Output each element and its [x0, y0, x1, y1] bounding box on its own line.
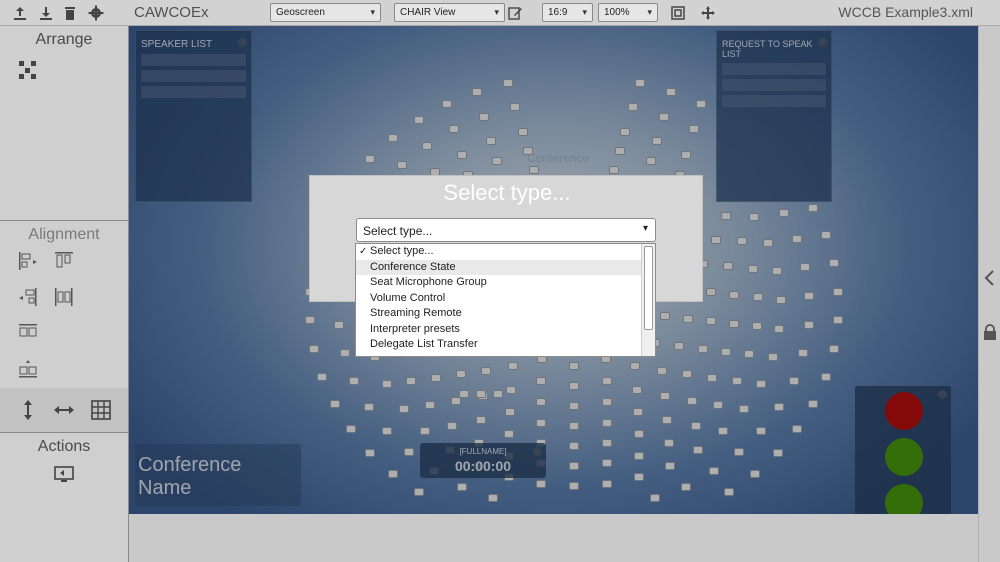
chevron-down-icon: ▾ — [494, 7, 499, 17]
actions-title: Actions — [37, 438, 91, 455]
lock-icon[interactable] — [983, 324, 997, 341]
left-sidebar: Arrange Alignment Actions — [0, 26, 129, 562]
option-label: Streaming Remote — [370, 307, 462, 319]
align-center-icon[interactable] — [16, 357, 40, 381]
upload-icon[interactable] — [11, 4, 29, 22]
right-strip — [978, 26, 1000, 562]
dropdown-option[interactable]: Interpreter presets — [356, 322, 655, 338]
option-label: Select type... — [370, 245, 434, 257]
align-bottom-icon[interactable] — [16, 321, 40, 345]
align-top-icon[interactable] — [52, 249, 76, 273]
option-label: Volume Control — [370, 291, 446, 304]
align-right-icon[interactable] — [16, 285, 40, 309]
scrollbar-thumb[interactable] — [644, 246, 653, 330]
app-title: CAWCOEx — [134, 4, 209, 21]
align-left-icon[interactable] — [16, 249, 40, 273]
fit-screen-icon[interactable] — [669, 4, 687, 22]
option-label: Seat Microphone Group — [370, 276, 487, 288]
checkmark-icon: ✓ — [359, 246, 368, 257]
type-select[interactable]: Select type... ▾ — [356, 218, 656, 242]
vertical-resize-icon[interactable] — [16, 398, 40, 422]
alignment-title: Alignment — [28, 226, 100, 243]
gear-icon[interactable] — [87, 4, 105, 22]
chevron-down-icon: ▾ — [647, 7, 652, 17]
zoom-select-value: 100% — [604, 7, 630, 18]
arrange-title: Arrange — [35, 31, 93, 48]
trash-icon[interactable] — [61, 4, 79, 22]
distribute-horizontal-icon[interactable] — [52, 285, 76, 309]
dropdown-option[interactable]: Streaming Remote — [356, 306, 655, 322]
screen-action-icon[interactable] — [52, 462, 76, 486]
zoom-select[interactable]: 100% ▾ — [598, 3, 658, 22]
grid-icon[interactable] — [89, 398, 113, 422]
layout-select-value: Geoscreen — [276, 7, 325, 18]
arrange-tree-icon[interactable] — [16, 58, 40, 82]
view-select-value: CHAIR View — [400, 7, 456, 18]
dropdown-option[interactable]: Volume Control — [356, 291, 655, 307]
option-label: Delegate List Transfer — [370, 338, 478, 350]
divider — [0, 432, 128, 433]
layout-select[interactable]: Geoscreen ▾ — [270, 3, 381, 22]
edit-icon[interactable] — [506, 4, 524, 22]
horizontal-resize-icon[interactable] — [52, 398, 76, 422]
canvas-footer — [129, 514, 978, 562]
dropdown-option[interactable]: Delegate List Transfer — [356, 337, 655, 353]
chevron-left-icon[interactable] — [982, 269, 998, 287]
option-label: Interpreter presets — [370, 322, 460, 335]
option-label: Conference State — [370, 260, 456, 273]
view-select[interactable]: CHAIR View ▾ — [394, 3, 505, 22]
dropdown-option[interactable]: Seat Microphone Group — [356, 275, 655, 291]
dialog-title: Select type... — [443, 180, 571, 205]
chevron-down-icon: ▾ — [582, 7, 587, 17]
type-select-value: Select type... — [363, 224, 433, 238]
divider — [0, 220, 128, 221]
chevron-down-icon: ▾ — [370, 7, 375, 17]
move-icon[interactable] — [699, 4, 717, 22]
dropdown-option[interactable]: ✓ Select type... — [356, 244, 655, 260]
aspect-select[interactable]: 16:9 ▾ — [542, 3, 593, 22]
download-icon[interactable] — [37, 4, 55, 22]
top-toolbar: CAWCOEx Geoscreen ▾ CHAIR View ▾ 16:9 ▾ … — [0, 0, 1000, 26]
file-name: WCCB Example3.xml — [838, 4, 973, 20]
type-dropdown-list: ✓ Select type... Conference State Seat Mi… — [355, 243, 656, 357]
dropdown-option[interactable]: Conference State — [356, 259, 655, 275]
dropdown-scrollbar[interactable] — [641, 244, 655, 356]
aspect-select-value: 16:9 — [548, 7, 568, 18]
chevron-down-icon: ▾ — [642, 223, 648, 234]
